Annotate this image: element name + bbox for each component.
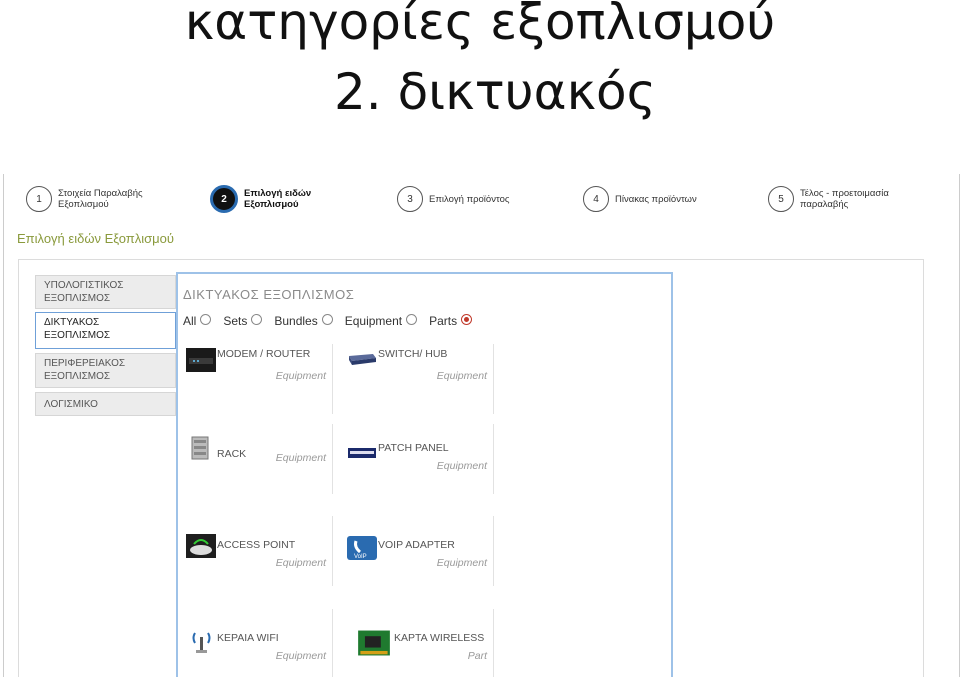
item-name: MODEM / ROUTER [217,348,311,360]
item-name: VOIP ADAPTER [378,539,455,551]
item-name: RACK [217,448,247,460]
item-name: PATCH PANEL [378,442,449,454]
filter-label: Parts [429,314,458,328]
step-label: Επιλογή ειδών Εξοπλισμού [244,188,312,210]
wizard-step-3[interactable]: 3 Επιλογή προϊόντος [397,185,509,213]
step-number: 5 [768,186,794,212]
radio-bundles[interactable] [321,313,333,325]
tab-software[interactable]: ΛΟΓΙΣΜΙΚΟ [35,392,176,416]
filter-bundles[interactable]: Bundles [274,313,333,328]
item-type: Equipment [275,452,326,464]
filter-sets[interactable]: Sets [223,313,263,328]
section-title: Επιλογή ειδών Εξοπλισμού [17,231,174,246]
slide-title-line2: 2. δικτυακός [334,63,656,121]
type-filter: All Sets Bundles Equipment Parts [183,313,484,328]
wizard-step-4[interactable]: 4 Πίνακας προϊόντων [583,185,697,213]
tab-peripheral-equipment[interactable]: ΠΕΡΙΦΕΡΕΙΑΚΟΣ ΕΞΟΠΛΙΣΜΟΣ [35,353,176,388]
filter-label: Equipment [344,314,403,328]
wizard-steps: 1 Στοιχεία Παραλαβής Εξοπλισμού 2 Επιλογ… [4,174,959,222]
item-type: Equipment [275,650,326,662]
step-number: 3 [397,186,423,212]
step-number: 1 [26,186,52,212]
wifi-antenna-icon [192,632,211,653]
radio-all[interactable] [200,313,212,325]
item-type: Equipment [275,370,326,382]
category-panel: ΥΠΟΛΟΓΙΣΤΙΚΟΣ ΕΞΟΠΛΙΣΜΟΣ ΔΙΚΤΥΑΚΟΣ ΕΞΟΠΛ… [18,259,924,677]
item-type: Equipment [436,557,487,569]
screenshot: 1 Στοιχεία Παραλαβής Εξοπλισμού 2 Επιλογ… [3,174,960,677]
item-switch-hub[interactable]: SWITCH/ HUB Equipment [347,344,494,414]
radio-equipment[interactable] [406,313,418,325]
wizard-step-1[interactable]: 1 Στοιχεία Παραλαβής Εξοπλισμού [26,185,143,213]
step-number: 4 [583,186,609,212]
item-type: Equipment [436,460,487,472]
category-content: ΔΙΚΤΥΑΚΟΣ ΕΞΟΠΛΙΣΜΟΣ All Sets Bundles Eq… [176,272,673,677]
voip-adapter-icon: VoIP [347,536,377,560]
item-name: ΚΕΡΑΙΑ WIFI [217,632,279,644]
radio-parts[interactable] [461,313,473,325]
filter-label: All [183,314,197,328]
wizard-step-2[interactable]: 2 Επιλογή ειδών Εξοπλισμού [210,185,311,213]
item-type: Equipment [275,557,326,569]
step-label: Τέλος - προετοιμασία παραλαβής [800,188,889,210]
wireless-card-icon [358,630,390,656]
item-wifi-antenna[interactable]: ΚΕΡΑΙΑ WIFI Equipment [186,609,333,677]
item-modem-router[interactable]: MODEM / ROUTER Equipment [186,344,333,414]
filter-all[interactable]: All [183,313,212,328]
step-label: Στοιχεία Παραλαβής Εξοπλισμού [58,188,143,210]
tab-network-equipment[interactable]: ΔΙΚΤΥΑΚΟΣ ΕΞΟΠΛΙΣΜΟΣ [35,312,176,349]
item-type: Part [467,650,487,662]
item-access-point[interactable]: ACCESS POINT Equipment [186,516,333,586]
filter-parts[interactable]: Parts [429,313,473,328]
filter-label: Bundles [274,314,318,328]
step-label: Πίνακας προϊόντων [615,193,697,205]
content-title: ΔΙΚΤΥΑΚΟΣ ΕΞΟΠΛΙΣΜΟΣ [183,287,355,302]
step-label: Επιλογή προϊόντος [429,193,510,205]
item-rack[interactable]: RACK Equipment [186,424,333,494]
voip-icon-label: VoIP [354,554,367,560]
item-name: ACCESS POINT [217,539,296,551]
filter-equipment[interactable]: Equipment [344,313,418,328]
access-point-icon [186,534,216,558]
wizard-step-5[interactable]: 5 Τέλος - προετοιμασία παραλαβής [768,185,889,213]
rack-icon [191,436,209,460]
item-wireless-card[interactable]: ΚΑΡΤΑ WIRELESS Part [347,609,494,677]
patch-panel-icon [348,448,376,458]
router-icon [186,348,216,372]
item-patch-panel[interactable]: PATCH PANEL Equipment [347,424,494,494]
item-name: SWITCH/ HUB [378,348,448,360]
filter-label: Sets [223,314,248,328]
slide-title-line1: κατηγορίες εξοπλισμού [184,0,776,51]
item-type: Equipment [436,370,487,382]
item-voip-adapter[interactable]: VoIP VOIP ADAPTER Equipment [347,516,494,586]
switch-icon [349,354,376,365]
step-number: 2 [210,185,238,213]
item-name: ΚΑΡΤΑ WIRELESS [394,632,485,644]
radio-sets[interactable] [251,313,263,325]
tab-computing-equipment[interactable]: ΥΠΟΛΟΓΙΣΤΙΚΟΣ ΕΞΟΠΛΙΣΜΟΣ [35,275,176,309]
